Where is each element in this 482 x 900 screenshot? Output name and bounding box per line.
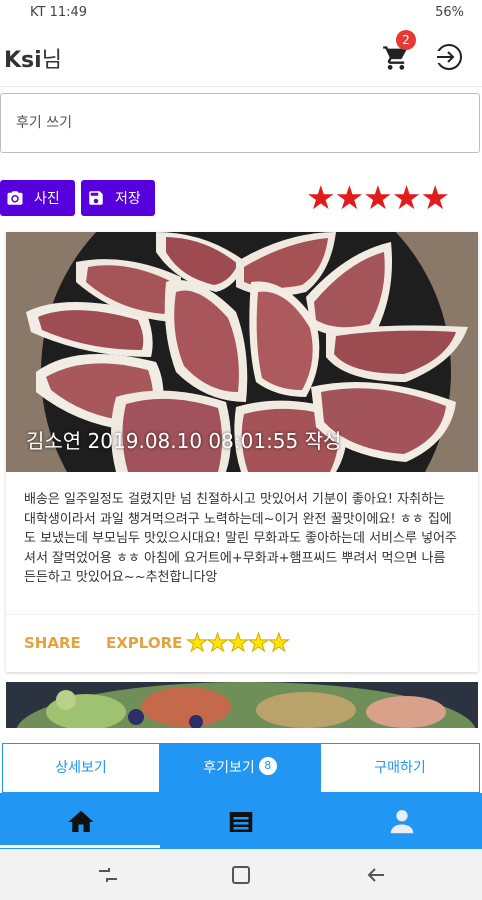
bottom-navigation	[0, 793, 482, 849]
user-name: Ksi	[4, 48, 42, 73]
share-button[interactable]: SHARE	[24, 634, 81, 652]
photo-button-label: 사진	[34, 191, 60, 207]
photo-button[interactable]: 사진	[0, 180, 75, 216]
user-suffix: 님	[41, 48, 62, 73]
status-battery: 56%	[435, 5, 464, 20]
salad-photo-image	[6, 682, 478, 728]
active-nav-indicator	[0, 845, 160, 848]
product-tabs: 상세보기 후기보기 8 구매하기	[0, 743, 482, 793]
review-input-placeholder: 후기 쓰기	[16, 115, 72, 131]
list-icon[interactable]	[226, 807, 256, 837]
review-rating-stars: ★★★★★	[185, 628, 290, 658]
status-bar: KT 11:49 56%	[0, 0, 482, 26]
page-title: Ksi님	[4, 42, 62, 74]
next-review-photo	[6, 682, 478, 728]
review-card: 김소연 2019.08.10 08:01:55 작성 배송은 일주일정도 걸렸지…	[6, 232, 478, 672]
review-author-date: 김소연 2019.08.10 08:01:55 작성	[26, 429, 342, 453]
save-button[interactable]: 저장	[81, 180, 155, 216]
home-icon[interactable]	[66, 807, 96, 837]
logout-icon[interactable]	[432, 42, 466, 72]
tab-reviews[interactable]: 후기보기 8	[160, 743, 320, 793]
card-divider	[6, 614, 478, 615]
review-input[interactable]: 후기 쓰기	[0, 93, 480, 153]
review-count-badge: 8	[258, 757, 277, 775]
save-icon	[89, 191, 103, 205]
back-icon[interactable]	[364, 863, 388, 887]
cart-count-badge: 2	[396, 30, 416, 50]
explore-button[interactable]: EXPLORE	[106, 634, 182, 652]
app-header: Ksi님 2	[0, 26, 482, 87]
tab-buy[interactable]: 구매하기	[320, 743, 480, 793]
tab-detail[interactable]: 상세보기	[2, 743, 160, 793]
save-button-label: 저장	[115, 191, 141, 207]
tab-buy-label: 구매하기	[374, 760, 426, 776]
review-body-text: 배송은 일주일정도 걸렸지만 넘 친절하시고 맛있어서 기분이 좋아요! 자취하…	[24, 492, 457, 585]
tab-detail-label: 상세보기	[55, 760, 107, 776]
camera-icon	[7, 191, 23, 205]
tab-reviews-label: 후기보기	[203, 760, 255, 776]
system-navigation-bar	[0, 849, 482, 900]
profile-icon[interactable]	[387, 807, 417, 837]
home-button-icon[interactable]	[229, 863, 253, 887]
recent-apps-icon[interactable]	[96, 863, 120, 887]
rating-stars-input[interactable]: ★★★★★	[306, 180, 450, 216]
review-photo: 김소연 2019.08.10 08:01:55 작성	[6, 232, 478, 472]
status-carrier-time: KT 11:49	[30, 5, 88, 20]
